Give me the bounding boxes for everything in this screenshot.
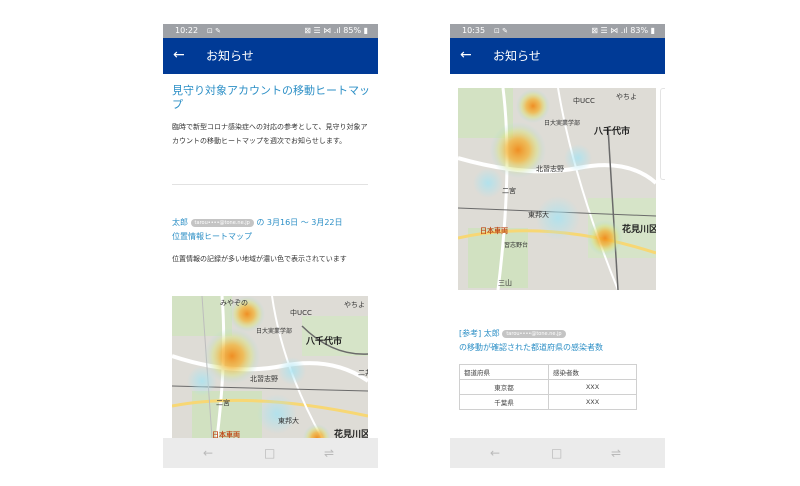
map-label: 三山 — [498, 279, 512, 287]
status-bar: 10:22 ⊡ ✎ ⊠ ☰ ⋈ .ıl 85% ▮ — [163, 24, 378, 38]
map-label: 北習志野 — [536, 165, 564, 173]
section-heading: 位置情報ヒートマップ — [172, 232, 252, 241]
status-time: 10:22 — [175, 26, 199, 35]
map-label: 日大実業学部 — [544, 120, 581, 127]
map-graphics — [172, 296, 368, 438]
app-bar: ← お知らせ — [450, 38, 665, 74]
date-range: の 3月16日 〜 3月22日 — [256, 218, 343, 227]
reference-tag: [参考] — [459, 329, 482, 338]
map-label: 花見川区 — [334, 430, 368, 438]
table-row: 東京都 XXX — [459, 379, 637, 395]
battery-signal-status: ⊠ ☰ ⋈ .ıl 83% ▮ — [591, 26, 655, 35]
nav-home-icon[interactable]: □ — [264, 445, 275, 461]
column-header: 都道府県 — [459, 364, 549, 380]
user-name: 太郎 — [483, 329, 500, 338]
phone-screen-right: 10:35 ⊡ ✎ ⊠ ☰ ⋈ .ıl 83% ▮ ← お知らせ 中UCC やち… — [450, 24, 665, 468]
table-header-row: 都道府県 感染者数 — [459, 364, 637, 380]
count-cell: XXX — [548, 394, 637, 410]
notification-icons: ⊡ ✎ — [494, 27, 508, 35]
phone-screen-left: 10:22 ⊡ ✎ ⊠ ☰ ⋈ .ıl 85% ▮ ← お知らせ 見守り対象アカ… — [163, 24, 378, 468]
divider — [172, 184, 368, 185]
map-label: 中UCC — [290, 309, 312, 317]
notification-icons: ⊡ ✎ — [207, 27, 221, 35]
prefecture-cell: 東京都 — [459, 379, 549, 395]
map-label: 日本車両 — [212, 431, 240, 438]
map-label: 花見川区 — [622, 225, 656, 235]
email-badge: tarou••••@tone.ne.jp — [502, 329, 566, 338]
nav-recent-apps-icon[interactable]: ⇌ — [324, 445, 334, 461]
map-label: 日大実業学部 — [256, 328, 293, 335]
page-title: お知らせ — [206, 49, 254, 63]
map-label: 二井 — [358, 369, 368, 377]
email-badge: tarou••••@tone.ne.jp — [190, 218, 254, 227]
status-time: 10:35 — [462, 26, 486, 35]
back-arrow-icon[interactable]: ← — [173, 46, 185, 64]
map-label: 八千代市 — [306, 337, 343, 347]
nav-back-icon[interactable]: ← — [203, 445, 213, 461]
battery-signal-status: ⊠ ☰ ⋈ .ıl 85% ▮ — [304, 26, 368, 35]
app-bar: ← お知らせ — [163, 38, 378, 74]
system-nav-bar: ← □ ⇌ — [450, 438, 665, 468]
prefecture-cell: 千葉県 — [459, 394, 549, 410]
article-title: 見守り対象アカウントの移動ヒートマップ — [172, 84, 370, 111]
nav-back-icon[interactable]: ← — [490, 445, 500, 461]
reference-caption: の移動が確認された都道府県の感染者数 — [459, 343, 603, 352]
count-cell: XXX — [548, 379, 637, 395]
map-label: やちよ — [616, 93, 637, 101]
back-arrow-icon[interactable]: ← — [460, 46, 472, 64]
nav-recent-apps-icon[interactable]: ⇌ — [611, 445, 621, 461]
map-label: 日本車両 — [480, 227, 508, 235]
reference-user-line: [参考] 太郎 tarou••••@tone.ne.jp — [459, 327, 566, 340]
map-label: 二宮 — [216, 399, 230, 407]
section-description: 位置情報の記録が多い地域が濃い色で表示されています — [172, 255, 347, 263]
map-label: みやぞの — [220, 299, 248, 307]
page-title: お知らせ — [493, 49, 541, 63]
article-body: 臨時で新型コロナ感染症への対応の参考として、見守り対象アカウントの移動ヒートマッ… — [172, 123, 368, 145]
map-label: 中UCC — [573, 97, 595, 105]
system-nav-bar: ← □ ⇌ — [163, 438, 378, 468]
map-label: 二宮 — [502, 187, 516, 195]
user-name: 太郎 — [172, 218, 188, 227]
map-label: 習志野台 — [504, 242, 529, 249]
map-label: やちよ — [344, 301, 365, 309]
map-label: 北習志野 — [250, 375, 278, 383]
nav-home-icon[interactable]: □ — [551, 445, 562, 461]
scroll-card-edge — [660, 88, 665, 180]
map-label: 東邦大 — [528, 211, 549, 219]
map-label: 八千代市 — [594, 127, 631, 137]
heatmap-map[interactable]: みやぞの やちよ 中UCC 日大実業学部 八千代市 北習志野 二宮 東邦大 日本… — [172, 296, 368, 438]
map-label: 東邦大 — [278, 417, 299, 425]
status-bar: 10:35 ⊡ ✎ ⊠ ☰ ⋈ .ıl 83% ▮ — [450, 24, 665, 38]
infection-table: 都道府県 感染者数 東京都 XXX 千葉県 XXX — [459, 364, 637, 410]
heatmap-user-line: 太郎 tarou••••@tone.ne.jp の 3月16日 〜 3月22日 — [172, 216, 343, 229]
heatmap-map[interactable]: 中UCC やちよ 日大実業学部 八千代市 北習志野 二宮 東邦大 日本車両 習志… — [458, 88, 656, 290]
column-header: 感染者数 — [548, 364, 637, 380]
table-row: 千葉県 XXX — [459, 394, 637, 410]
